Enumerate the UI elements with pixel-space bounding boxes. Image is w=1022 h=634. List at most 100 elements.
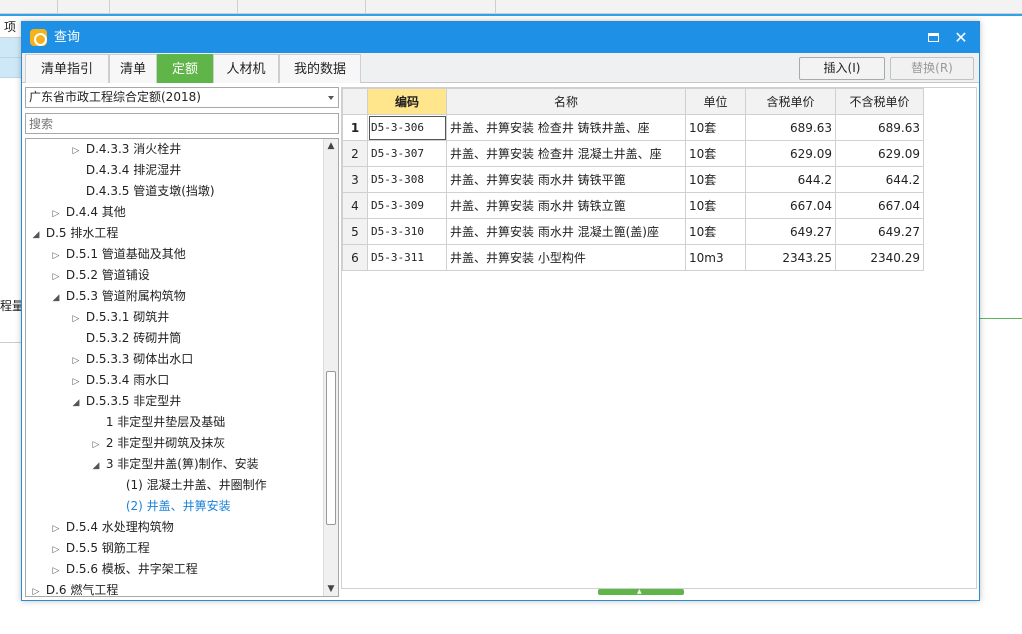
- collapsed-arrow-icon[interactable]: ▷: [50, 246, 62, 267]
- column-header-code[interactable]: 编码: [367, 88, 447, 115]
- unit-cell[interactable]: 10套: [685, 218, 746, 245]
- tree-node[interactable]: D.5.3.2 砖砌井筒: [26, 328, 181, 349]
- price-with-tax-cell[interactable]: 629.09: [745, 140, 836, 167]
- tree-node[interactable]: ▷ 2 非定型井砌筑及抹灰: [26, 433, 226, 456]
- name-cell[interactable]: 井盖、井箅安装 雨水井 铸铁平篦: [446, 166, 686, 193]
- collapsed-arrow-icon[interactable]: ▷: [30, 582, 42, 596]
- price-with-tax-cell[interactable]: 644.2: [745, 166, 836, 193]
- code-cell[interactable]: D5-3-307: [367, 140, 447, 167]
- minimize-icon[interactable]: [919, 22, 947, 53]
- row-number-cell[interactable]: 4: [342, 192, 368, 219]
- tree-node[interactable]: ◢ 3 非定型井盖(箅)制作、安装: [26, 454, 259, 475]
- price-without-tax-cell[interactable]: 629.09: [835, 140, 924, 167]
- table-row[interactable]: 6 D5-3-311 井盖、井箅安装 小型构件 10m3 2343.25 2340.29: [342, 244, 924, 271]
- collapsed-arrow-icon[interactable]: ▷: [50, 540, 62, 561]
- name-cell[interactable]: 井盖、井箅安装 雨水井 铸铁立篦: [446, 192, 686, 219]
- tree-node[interactable]: ▷ D.5.3.1 砌筑井: [26, 307, 170, 330]
- unit-cell[interactable]: 10套: [685, 114, 746, 141]
- table-row[interactable]: 1 D5-3-306 井盖、井箅安装 检查井 铸铁井盖、座 10套 689.63 689.…: [342, 114, 924, 141]
- price-without-tax-cell[interactable]: 667.04: [835, 192, 924, 219]
- tree-scrollbar[interactable]: ▲ ▼: [323, 139, 338, 596]
- quota-library-select[interactable]: 广东省市政工程综合定额(2018): [25, 87, 339, 108]
- column-header-rownum[interactable]: [342, 88, 368, 115]
- tab-my-data[interactable]: 我的数据: [279, 54, 361, 83]
- price-with-tax-cell[interactable]: 2343.25: [745, 244, 836, 271]
- collapsed-arrow-icon[interactable]: ▷: [50, 204, 62, 225]
- row-number-cell[interactable]: 6: [342, 244, 368, 271]
- tree-node[interactable]: ▷ D.5.4 水处理构筑物: [26, 517, 174, 538]
- tree-node[interactable]: D.4.3.5 管道支墩(挡墩): [26, 181, 215, 202]
- collapsed-arrow-icon[interactable]: ▷: [70, 351, 82, 372]
- name-cell[interactable]: 井盖、井箅安装 雨水井 混凝土篦(盖)座: [446, 218, 686, 245]
- tree-node[interactable]: ◢ D.5.3.5 非定型井: [26, 391, 182, 414]
- price-without-tax-cell[interactable]: 689.63: [835, 114, 924, 141]
- table-row[interactable]: 4 D5-3-309 井盖、井箅安装 雨水井 铸铁立篦 10套 667.04 667.04: [342, 192, 924, 219]
- table-row[interactable]: 5 D5-3-310 井盖、井箅安装 雨水井 混凝土篦(盖)座 10套 649.27 64…: [342, 218, 924, 245]
- expanded-arrow-icon[interactable]: ◢: [90, 456, 102, 477]
- panel-splitter-handle[interactable]: ▲: [598, 588, 684, 595]
- tree-node[interactable]: ▷ D.4.3.3 消火栓井: [26, 139, 182, 162]
- tree-node[interactable]: D.4.3.4 排泥湿井: [26, 160, 181, 181]
- collapsed-arrow-icon[interactable]: ▷: [90, 435, 102, 456]
- tree-node[interactable]: ▷ D.5.6 模板、井字架工程: [26, 559, 198, 580]
- collapsed-arrow-icon[interactable]: ▷: [70, 141, 82, 162]
- table-row[interactable]: 3 D5-3-308 井盖、井箅安装 雨水井 铸铁平篦 10套 644.2 644.2: [342, 166, 924, 193]
- tree-node[interactable]: ▷ D.4.4 其他: [26, 202, 126, 223]
- unit-cell[interactable]: 10套: [685, 166, 746, 193]
- collapsed-arrow-icon[interactable]: ▷: [70, 372, 82, 393]
- code-cell[interactable]: D5-3-309: [367, 192, 447, 219]
- replace-button[interactable]: 替换(R): [890, 57, 974, 80]
- tree-node[interactable]: ▷ D.5.2 管道铺设: [26, 265, 150, 286]
- scroll-thumb[interactable]: [326, 371, 336, 525]
- row-number-cell[interactable]: 1: [342, 114, 368, 141]
- price-without-tax-cell[interactable]: 649.27: [835, 218, 924, 245]
- insert-button[interactable]: 插入(I): [799, 57, 885, 80]
- tree-node[interactable]: ◢ D.5.3 管道附属构筑物: [26, 286, 186, 307]
- collapsed-arrow-icon[interactable]: ▷: [50, 561, 62, 582]
- column-header-name[interactable]: 名称: [446, 88, 686, 115]
- dialog-titlebar[interactable]: 查询 ✕: [22, 22, 979, 53]
- row-number-cell[interactable]: 5: [342, 218, 368, 245]
- tree-node[interactable]: ◢ D.5 排水工程: [26, 223, 119, 246]
- name-cell[interactable]: 井盖、井箅安装 小型构件: [446, 244, 686, 271]
- price-without-tax-cell[interactable]: 644.2: [835, 166, 924, 193]
- tree-node[interactable]: 1 非定型井垫层及基础: [26, 412, 225, 433]
- code-cell[interactable]: D5-3-310: [367, 218, 447, 245]
- row-number-cell[interactable]: 2: [342, 140, 368, 167]
- expanded-arrow-icon[interactable]: ◢: [50, 288, 62, 309]
- search-input[interactable]: [25, 113, 339, 134]
- price-with-tax-cell[interactable]: 689.63: [745, 114, 836, 141]
- price-with-tax-cell[interactable]: 649.27: [745, 218, 836, 245]
- collapsed-arrow-icon[interactable]: ▷: [50, 267, 62, 288]
- unit-cell[interactable]: 10m3: [685, 244, 746, 271]
- name-cell[interactable]: 井盖、井箅安装 检查井 混凝土井盖、座: [446, 140, 686, 167]
- tab-quota[interactable]: 定额: [157, 54, 213, 83]
- price-with-tax-cell[interactable]: 667.04: [745, 192, 836, 219]
- tree-node[interactable]: ▷ D.5.3.3 砌体出水口: [26, 349, 194, 372]
- collapsed-arrow-icon[interactable]: ▷: [50, 519, 62, 540]
- expanded-arrow-icon[interactable]: ◢: [70, 393, 82, 414]
- tab-bill[interactable]: 清单: [109, 54, 157, 83]
- code-cell[interactable]: D5-3-306: [367, 114, 447, 141]
- tree-node[interactable]: ▷ D.5.5 钢筋工程: [26, 538, 150, 559]
- code-cell[interactable]: D5-3-308: [367, 166, 447, 193]
- tree-node[interactable]: (2) 井盖、井箅安装: [26, 496, 231, 517]
- close-icon[interactable]: ✕: [947, 22, 975, 53]
- tab-bill-guide[interactable]: 清单指引: [25, 54, 109, 83]
- tree-node[interactable]: (1) 混凝土井盖、井圈制作: [26, 475, 267, 496]
- column-header-unit[interactable]: 单位: [685, 88, 746, 115]
- row-number-cell[interactable]: 3: [342, 166, 368, 193]
- table-row[interactable]: 2 D5-3-307 井盖、井箅安装 检查井 混凝土井盖、座 10套 629.09 629…: [342, 140, 924, 167]
- unit-cell[interactable]: 10套: [685, 192, 746, 219]
- collapsed-arrow-icon[interactable]: ▷: [70, 309, 82, 330]
- column-header-price-without-tax[interactable]: 不含税单价: [835, 88, 924, 115]
- column-header-price-with-tax[interactable]: 含税单价: [745, 88, 836, 115]
- expanded-arrow-icon[interactable]: ◢: [30, 225, 42, 246]
- tree-node[interactable]: ▷ D.6 燃气工程: [26, 580, 119, 596]
- name-cell[interactable]: 井盖、井箅安装 检查井 铸铁井盖、座: [446, 114, 686, 141]
- tree-node[interactable]: ▷ D.5.1 管道基础及其他: [26, 244, 186, 265]
- tree-node[interactable]: ▷ D.5.3.4 雨水口: [26, 370, 170, 393]
- scroll-down-icon[interactable]: ▼: [324, 582, 338, 596]
- tab-labor-material-machine[interactable]: 人材机: [213, 54, 279, 83]
- unit-cell[interactable]: 10套: [685, 140, 746, 167]
